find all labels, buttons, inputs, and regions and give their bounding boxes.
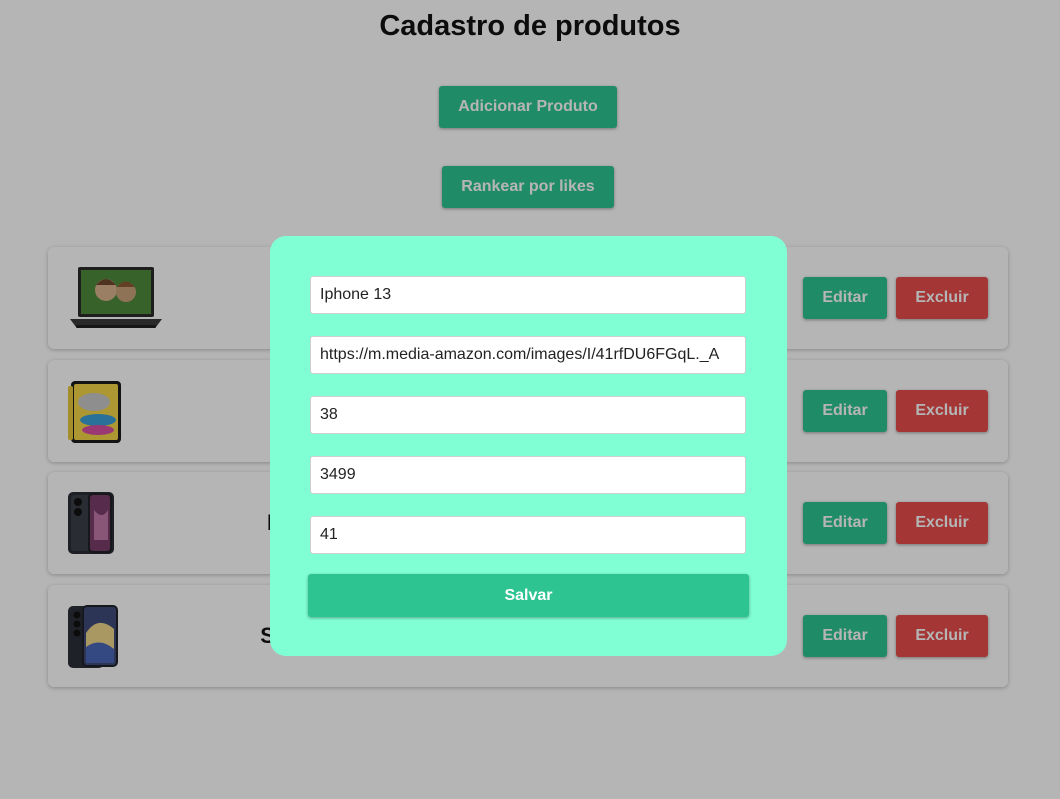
likes-field[interactable]	[310, 396, 746, 434]
price-field[interactable]	[310, 456, 746, 494]
product-name-field[interactable]	[310, 276, 746, 314]
product-form-modal: Salvar	[270, 236, 787, 656]
save-button[interactable]: Salvar	[308, 574, 749, 617]
image-url-field[interactable]	[310, 336, 746, 374]
stock-field[interactable]	[310, 516, 746, 554]
